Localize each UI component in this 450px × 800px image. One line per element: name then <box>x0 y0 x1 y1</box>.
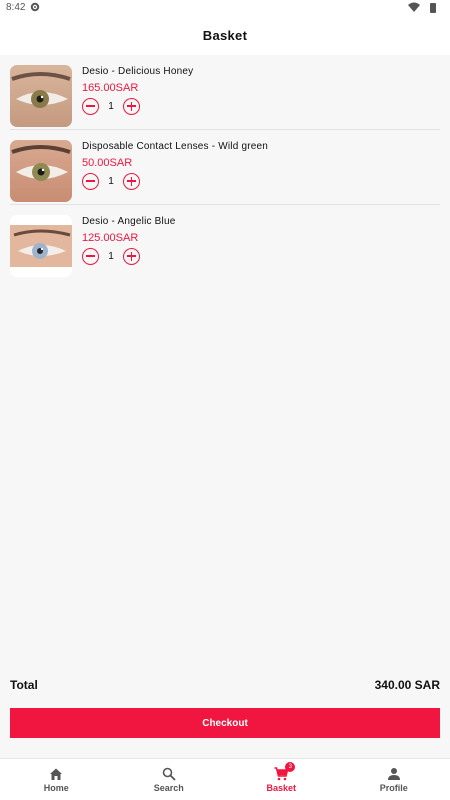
total-row: Total 340.00 SAR <box>10 678 440 694</box>
plus-circle-icon[interactable] <box>123 97 140 115</box>
page-title: Basket <box>202 28 248 43</box>
product-name[interactable]: Desio - Angelic Blue <box>82 216 176 227</box>
product-price: 50.00SAR <box>82 157 133 169</box>
basket-item: Disposable Contact Lenses - Wild green 5… <box>10 130 440 205</box>
checkout-button[interactable]: Checkout <box>10 708 440 738</box>
nav-home[interactable]: Home <box>0 759 113 800</box>
quantity-stepper: 1 <box>82 97 140 115</box>
minus-circle-icon[interactable] <box>82 172 99 190</box>
nav-search-label: Search <box>153 783 184 793</box>
product-name[interactable]: Desio - Delicious Honey <box>82 66 193 77</box>
basket-item: Desio - Delicious Honey 165.00SAR 1 <box>10 55 440 130</box>
minus-circle-icon[interactable] <box>82 97 99 115</box>
settings-icon <box>30 2 40 15</box>
battery-icon <box>430 3 436 13</box>
person-icon <box>387 768 400 780</box>
home-icon <box>50 768 63 780</box>
product-price: 165.00SAR <box>82 82 139 94</box>
nav-search[interactable]: Search <box>113 759 226 800</box>
quantity-value: 1 <box>108 175 114 187</box>
nav-basket-label: Basket <box>266 783 297 793</box>
quantity-value: 1 <box>108 250 114 262</box>
header: Basket <box>0 16 450 55</box>
basket-count-badge: 3 <box>285 762 296 772</box>
status-time: 8:42 <box>6 2 26 13</box>
minus-circle-icon[interactable] <box>82 247 99 265</box>
product-image[interactable] <box>10 140 72 202</box>
product-image[interactable] <box>10 215 72 277</box>
total-value: 340.00 SAR <box>374 678 440 692</box>
nav-profile[interactable]: Profile <box>338 759 450 800</box>
plus-circle-icon[interactable] <box>123 172 140 190</box>
bottom-nav: Home Search 3 Basket Profile <box>0 758 450 800</box>
wifi-icon <box>408 2 420 15</box>
plus-circle-icon[interactable] <box>123 247 140 265</box>
product-name[interactable]: Disposable Contact Lenses - Wild green <box>82 141 268 152</box>
quantity-stepper: 1 <box>82 172 140 190</box>
basket-item: Desio - Angelic Blue 125.00SAR 1 <box>10 205 440 280</box>
quantity-value: 1 <box>108 100 114 112</box>
quantity-stepper: 1 <box>82 247 140 265</box>
nav-home-label: Home <box>43 783 69 793</box>
status-bar: 8:42 <box>0 0 450 16</box>
product-price: 125.00SAR <box>82 232 139 244</box>
nav-basket[interactable]: 3 Basket <box>225 759 338 800</box>
total-label: Total <box>10 678 38 692</box>
search-icon <box>162 767 176 781</box>
product-image[interactable] <box>10 65 72 127</box>
nav-profile-label: Profile <box>379 783 408 793</box>
